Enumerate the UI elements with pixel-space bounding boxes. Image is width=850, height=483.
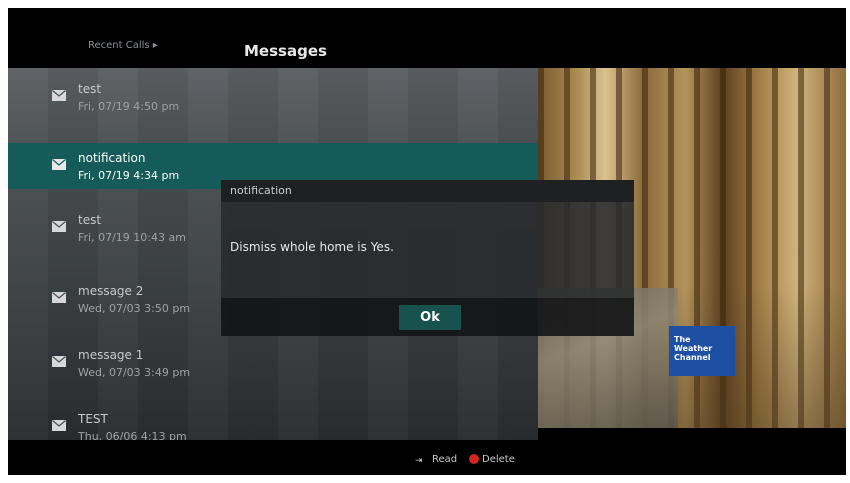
message-subject: test bbox=[78, 82, 102, 96]
message-subject: test bbox=[78, 213, 102, 227]
message-subject: message 1 bbox=[78, 348, 144, 362]
message-date: Wed, 07/03 3:49 pm bbox=[78, 366, 191, 379]
message-item[interactable]: test Fri, 07/19 4:50 pm bbox=[8, 74, 538, 120]
envelope-icon bbox=[52, 221, 66, 232]
dialog-message: Dismiss whole home is Yes. bbox=[230, 240, 394, 254]
tv-screen: Recent Calls ▸ Messages test Fri, 07/19 … bbox=[8, 8, 846, 475]
weather-channel-logo: The Weather Channel bbox=[669, 326, 735, 376]
envelope-icon bbox=[52, 292, 66, 303]
message-date: Wed, 07/03 3:50 pm bbox=[78, 302, 191, 315]
ok-button[interactable]: Ok bbox=[399, 305, 461, 330]
message-date: Fri, 07/19 4:50 pm bbox=[78, 100, 180, 113]
tab-messages[interactable]: Messages bbox=[244, 42, 327, 60]
red-button-icon bbox=[469, 454, 479, 464]
read-arrow-icon: ⇥ bbox=[415, 456, 423, 466]
message-date: Thu, 06/06 4:13 pm bbox=[78, 430, 187, 440]
footer-bar bbox=[8, 440, 846, 475]
message-item[interactable]: TEST Thu, 06/06 4:13 pm bbox=[8, 404, 538, 440]
tab-recent-calls[interactable]: Recent Calls ▸ bbox=[88, 40, 158, 51]
header-bar: Recent Calls ▸ Messages bbox=[8, 8, 846, 68]
message-date: Fri, 07/19 10:43 am bbox=[78, 231, 186, 244]
message-subject: message 2 bbox=[78, 284, 144, 298]
message-date: Fri, 07/19 4:34 pm bbox=[78, 169, 180, 182]
message-item[interactable]: message 1 Wed, 07/03 3:49 pm bbox=[8, 340, 538, 386]
read-hint: Read bbox=[432, 454, 458, 465]
delete-hint: Delete bbox=[482, 454, 515, 465]
envelope-icon bbox=[52, 159, 66, 170]
envelope-icon bbox=[52, 90, 66, 101]
message-subject: TEST bbox=[78, 412, 108, 426]
message-subject: notification bbox=[78, 151, 146, 165]
envelope-icon bbox=[52, 420, 66, 431]
dialog-title: notification bbox=[230, 184, 292, 197]
envelope-icon bbox=[52, 356, 66, 367]
